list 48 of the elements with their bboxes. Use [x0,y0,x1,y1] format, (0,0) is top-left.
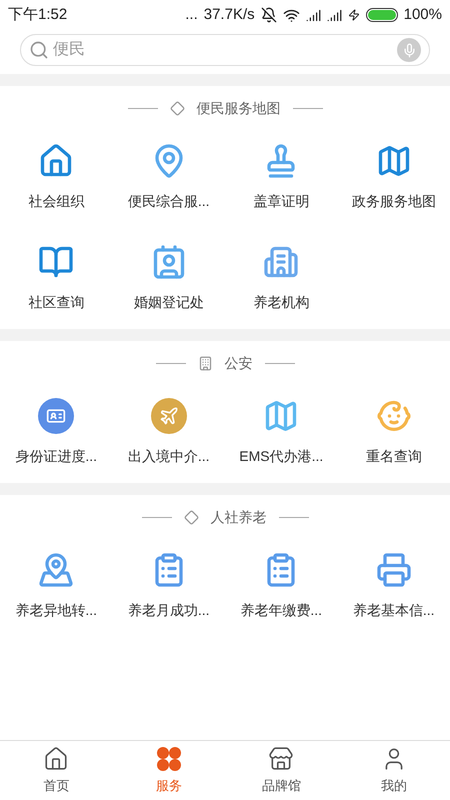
service-item[interactable]: EMS代办港... [239,446,324,467]
grid-icon [156,746,182,772]
section-title: 公安 [224,354,252,373]
tab-bar-item[interactable]: 我的 [338,741,450,800]
status-time: 下午1:52 [8,4,68,25]
network-speed: 37.7K/s [204,4,255,25]
service-item[interactable]: 婚姻登记处 [134,292,204,313]
service-item[interactable]: 盖章证明 [253,191,310,212]
service-item[interactable]: 养老异地转... [15,600,98,621]
service-item[interactable]: 社区查询 [28,292,84,313]
battery-percent: 100% [404,4,442,25]
service-item[interactable]: 养老年缴费... [240,600,322,621]
home-icon [43,746,70,772]
service-item[interactable]: 养老机构 [253,292,310,313]
service-item[interactable]: 社会组织 [28,191,84,212]
baby-icon [376,398,412,434]
mute-icon [260,7,277,23]
plane-icon [150,398,187,434]
book-icon [38,244,74,280]
tab-bar-item[interactable]: 服务 [112,741,225,800]
search-field[interactable]: 便民 [53,38,393,62]
diamond-icon [170,101,184,116]
battery-icon [366,8,398,22]
service-item[interactable]: 养老月成功... [128,600,210,621]
signal-icon [306,8,321,22]
service-item[interactable]: 便民综合服... [128,191,210,212]
section-title: 人社养老 [210,508,266,527]
service-item[interactable]: 身份证进度... [15,446,98,467]
id-card-icon [38,398,74,434]
tab-bar-item[interactable]: 首页 [0,741,112,800]
tab-bar-item[interactable]: 品牌馆 [225,741,338,800]
service-item[interactable]: 养老基本信... [352,600,435,621]
building-icon [263,244,300,280]
charging-icon [348,9,360,21]
section-title: 便民服务地图 [196,99,280,118]
status-dots: ... [185,4,198,25]
search-icon [29,40,49,60]
diamond-icon [184,510,198,525]
search-bar[interactable]: 便民 [20,34,430,66]
microphone-icon[interactable] [397,38,421,62]
service-item[interactable]: 重名查询 [366,446,422,467]
store-icon [268,746,294,772]
signal-icon [326,8,342,22]
printer-icon [376,552,412,588]
service-item[interactable]: 政务服务地图 [352,191,436,212]
building-icon [198,356,212,371]
map-pin-icon [38,552,74,588]
service-item[interactable]: 出入境中介... [128,446,210,467]
